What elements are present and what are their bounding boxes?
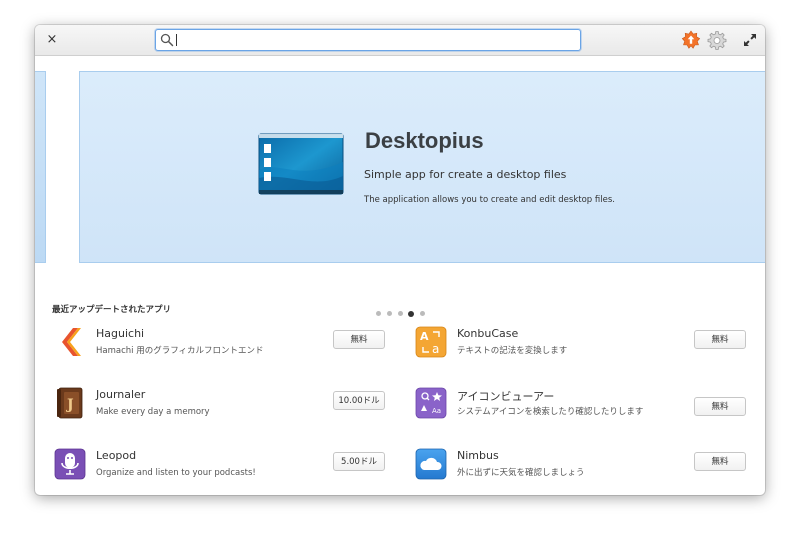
leopod-icon bbox=[54, 448, 86, 480]
app-summary: Organize and listen to your podcasts! bbox=[96, 468, 256, 478]
app-name: Haguichi bbox=[96, 327, 145, 340]
buy-button[interactable]: 5.00ドル bbox=[333, 452, 385, 471]
section-title: 最近アップデートされたアプリ bbox=[52, 305, 172, 315]
app-name: アイコンビューアー bbox=[457, 390, 555, 403]
app-name: Journaler bbox=[96, 388, 146, 401]
app-name: Nimbus bbox=[457, 449, 499, 462]
featured-banner-card[interactable]: Desktopius Simple app for create a deskt… bbox=[79, 71, 765, 263]
app-name: Leopod bbox=[96, 449, 137, 462]
banner-description: The application allows you to create and… bbox=[364, 195, 615, 205]
search-icon bbox=[160, 33, 174, 47]
svg-text:Aa: Aa bbox=[432, 407, 441, 415]
banner-summary: Simple app for create a desktop files bbox=[364, 168, 567, 181]
install-button[interactable]: 無料 bbox=[694, 330, 746, 349]
app-name: KonbuCase bbox=[457, 327, 519, 340]
icon-viewer-icon: Aa bbox=[415, 387, 447, 419]
app-row-nimbus[interactable]: Nimbus 外に出ずに天気を確認しましょう 無料 bbox=[415, 448, 760, 495]
app-summary: Hamachi 用のグラフィカルフロントエンド bbox=[96, 346, 264, 356]
nimbus-icon bbox=[415, 448, 447, 480]
svg-text:J: J bbox=[65, 397, 74, 413]
text-caret bbox=[176, 34, 177, 46]
app-summary: 外に出ずに天気を確認しましょう bbox=[457, 468, 585, 478]
updates-icon[interactable] bbox=[681, 30, 701, 50]
header-bar: × bbox=[35, 25, 765, 56]
app-center-window: × Desktopius Simple app for create a des… bbox=[35, 25, 765, 495]
app-summary: Make every day a memory bbox=[96, 407, 210, 417]
previous-banner-card[interactable] bbox=[35, 71, 46, 263]
install-button[interactable]: 無料 bbox=[694, 397, 746, 416]
app-row-icon-viewer[interactable]: Aa アイコンビューアー システムアイコンを検索したり確認したりします 無料 bbox=[415, 387, 760, 437]
buy-button[interactable]: 10.00ドル bbox=[333, 391, 385, 410]
app-row-konbucase[interactable]: A a KonbuCase テキストの記法を変換します 無料 bbox=[415, 326, 760, 376]
app-row-haguichi[interactable]: Haguichi Hamachi 用のグラフィカルフロントエンド 無料 bbox=[54, 326, 399, 376]
carousel-dot[interactable] bbox=[398, 311, 403, 316]
search-field[interactable] bbox=[155, 29, 581, 51]
install-button[interactable]: 無料 bbox=[694, 452, 746, 471]
carousel-dot[interactable] bbox=[376, 311, 381, 316]
svg-text:A: A bbox=[420, 330, 429, 343]
svg-text:a: a bbox=[432, 342, 439, 356]
carousel-dot-active[interactable] bbox=[408, 310, 414, 317]
search-input[interactable] bbox=[176, 31, 572, 47]
carousel-dot[interactable] bbox=[387, 311, 392, 316]
konbucase-icon: A a bbox=[415, 326, 447, 358]
maximize-icon[interactable] bbox=[742, 32, 758, 48]
haguichi-icon bbox=[62, 328, 81, 356]
gear-icon[interactable] bbox=[707, 30, 727, 50]
install-button[interactable]: 無料 bbox=[333, 330, 385, 349]
desktopius-icon bbox=[258, 133, 344, 195]
app-row-leopod[interactable]: Leopod Organize and listen to your podca… bbox=[54, 448, 399, 495]
journaler-icon: J bbox=[57, 387, 83, 419]
carousel-dot[interactable] bbox=[420, 311, 425, 316]
app-summary: テキストの記法を変換します bbox=[457, 346, 568, 356]
banner-title: Desktopius bbox=[365, 128, 484, 153]
featured-carousel[interactable]: Desktopius Simple app for create a deskt… bbox=[35, 56, 765, 276]
app-summary: システムアイコンを検索したり確認したりします bbox=[457, 407, 644, 417]
app-row-journaler[interactable]: J Journaler Make every day a memory 10.0… bbox=[54, 387, 399, 437]
close-button[interactable]: × bbox=[43, 31, 61, 49]
